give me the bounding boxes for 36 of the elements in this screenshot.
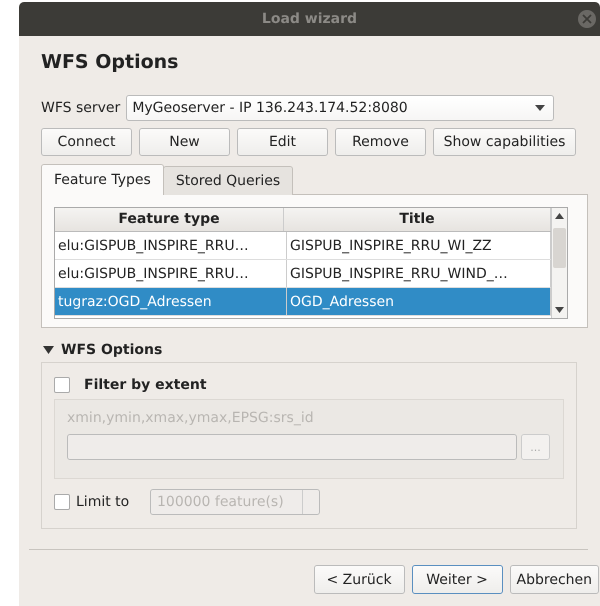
table-row[interactable]: elu:GISPUB_INSPIRE_RRU… GISPUB_INSPIRE_RRU_WI_ZZ: [55, 232, 551, 260]
tab[interactable]: Stored Queries: [162, 166, 294, 195]
table-cell: tugraz:OGD_Adressen: [58, 294, 212, 310]
tab[interactable]: Feature Types: [41, 164, 164, 195]
checkbox[interactable]: [54, 377, 70, 393]
table-cell: GISPUB_INSPIRE_RRU_WI_ZZ: [290, 238, 492, 254]
scroll-down-icon: [555, 307, 564, 313]
dropdown-arrow-icon: [535, 105, 546, 111]
scrollbar[interactable]: [551, 208, 567, 318]
page-heading: WFS Options: [41, 51, 180, 75]
table-cell: OGD_Adressen: [290, 294, 394, 310]
server-button[interactable]: New: [139, 128, 230, 156]
close-button[interactable]: [578, 10, 596, 28]
checkbox[interactable]: [54, 494, 70, 510]
table-cell: elu:GISPUB_INSPIRE_RRU…: [58, 266, 249, 282]
wizard-button[interactable]: Abbrechen: [510, 565, 599, 594]
expand-arrow-icon[interactable]: [43, 346, 54, 354]
checkbox-label: Limit to: [76, 494, 130, 510]
close-icon: [582, 14, 592, 24]
window-title: Load wizard: [262, 11, 358, 27]
server-button[interactable]: Remove: [335, 128, 426, 156]
server-dropdown[interactable]: MyGeoserver - IP 136.243.174.52:8080: [126, 95, 554, 121]
column-header[interactable]: Feature type: [55, 208, 284, 231]
server-button[interactable]: Edit: [237, 128, 328, 156]
server-button[interactable]: Connect: [41, 128, 132, 156]
scroll-up-icon: [555, 213, 564, 219]
section-title: WFS Options: [61, 342, 162, 358]
wizard-button[interactable]: < Zurück: [314, 565, 405, 594]
table-row[interactable]: tugraz:OGD_Adressen OGD_Adressen: [55, 288, 551, 316]
checkbox-label: Filter by extent: [84, 377, 207, 393]
wizard-button[interactable]: Weiter >: [412, 565, 503, 594]
table-cell: elu:GISPUB_INSPIRE_RRU…: [58, 238, 249, 254]
table-cell: GISPUB_INSPIRE_RRU_WIND_…: [290, 266, 508, 282]
server-button[interactable]: Show capabilities: [433, 128, 576, 156]
server-label: WFS server: [41, 100, 120, 116]
extent-field[interactable]: [67, 434, 517, 460]
